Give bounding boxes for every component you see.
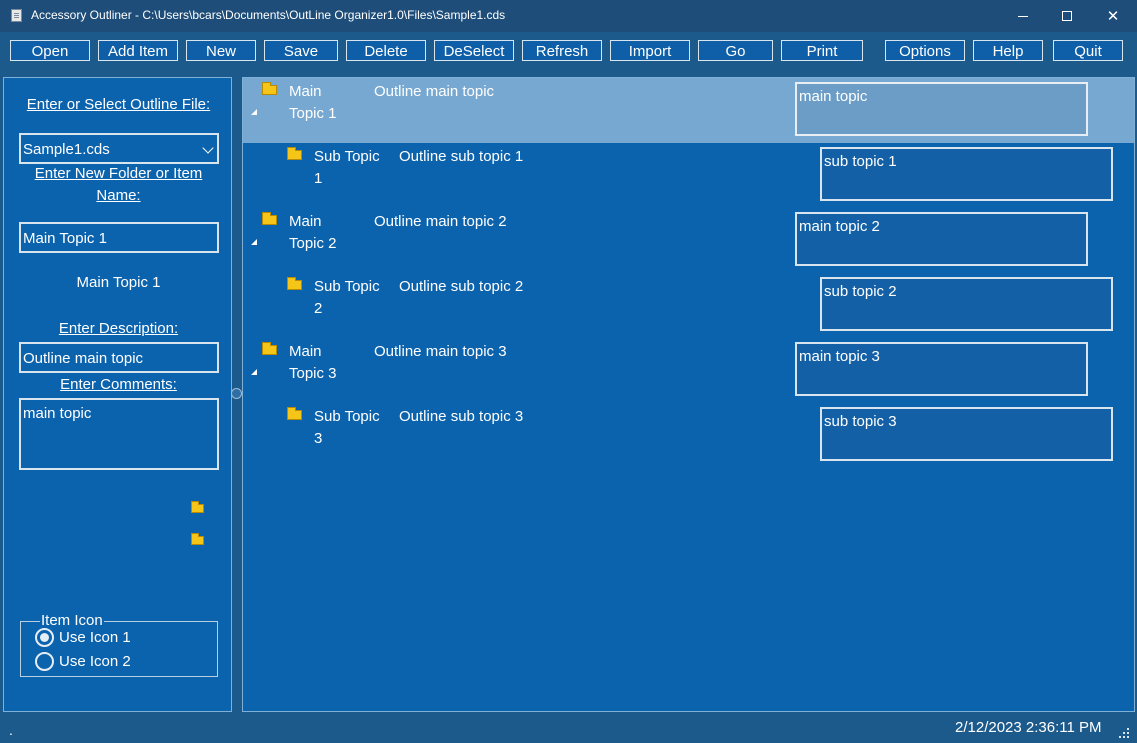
- refresh-button[interactable]: Refresh: [522, 40, 602, 61]
- tree-row-main-topic-1[interactable]: Main Topic 1 Outline main topic main top…: [243, 78, 1134, 143]
- radio-selected-icon[interactable]: [35, 628, 54, 647]
- options-button[interactable]: Options: [885, 40, 965, 61]
- folder-icon: [287, 277, 302, 290]
- row-description: Outline main topic: [374, 83, 495, 100]
- use-icon-1-label: Use Icon 1: [59, 629, 131, 646]
- collapse-triangle-icon[interactable]: [251, 109, 257, 115]
- new-item-label-name: Name:: [96, 187, 141, 204]
- folder-icon-1[interactable]: [191, 501, 204, 513]
- tree-row-sub-topic-2[interactable]: Sub Topic 2 Outline sub topic 2 sub topi…: [243, 273, 1134, 338]
- delete-button[interactable]: Delete: [346, 40, 426, 61]
- new-button[interactable]: New: [186, 40, 256, 61]
- selected-item-name: Main Topic 1: [76, 274, 161, 291]
- row-name-line1: Sub Topic: [314, 148, 380, 165]
- folder-icon: [262, 212, 277, 225]
- description-value: Outline main topic: [23, 350, 144, 367]
- description-label: Enter Description:: [58, 320, 179, 337]
- row-comment[interactable]: main topic 3: [795, 342, 1088, 396]
- open-button[interactable]: Open: [10, 40, 90, 61]
- row-name-line1: Main: [289, 213, 322, 230]
- item-icon-title: Item Icon: [40, 612, 104, 629]
- window-title: Accessory Outliner - C:\Users\bcars\Docu…: [31, 8, 506, 22]
- maximize-icon: [1062, 11, 1072, 21]
- status-bar: . 2/12/2023 2:36:11 PM: [0, 714, 1137, 743]
- folder-icon: [262, 82, 277, 95]
- row-name-line1: Main: [289, 343, 322, 360]
- close-icon: ✕: [1106, 8, 1120, 25]
- row-comment[interactable]: sub topic 1: [820, 147, 1113, 201]
- maximize-button[interactable]: [1044, 0, 1090, 32]
- item-name-input[interactable]: Main Topic 1: [19, 222, 219, 253]
- file-select-value: Sample1.cds: [23, 141, 110, 158]
- minimize-icon: [1018, 15, 1028, 17]
- item-name-value: Main Topic 1: [23, 230, 107, 247]
- tree-row-main-topic-2[interactable]: Main Topic 2 Outline main topic 2 main t…: [243, 208, 1134, 273]
- file-label: Enter or Select Outline File:: [26, 96, 211, 113]
- row-name-line2: 2: [314, 300, 323, 317]
- status-datetime: 2/12/2023 2:36:11 PM: [955, 719, 1102, 736]
- status-text: .: [9, 722, 13, 738]
- folder-icon: [262, 342, 277, 355]
- row-name-line2: Topic 3: [289, 365, 337, 382]
- use-icon-2-radio[interactable]: Use Icon 2: [35, 652, 131, 671]
- row-name-line1: Sub Topic: [314, 278, 380, 295]
- chevron-down-icon: [202, 142, 214, 154]
- splitter-handle[interactable]: [231, 388, 242, 399]
- description-input[interactable]: Outline main topic: [19, 342, 219, 373]
- close-button[interactable]: ✕: [1090, 0, 1136, 32]
- use-icon-1-radio[interactable]: Use Icon 1: [35, 628, 131, 647]
- row-description: Outline sub topic 3: [399, 408, 524, 425]
- row-description: Outline sub topic 1: [399, 148, 524, 165]
- add-item-button[interactable]: Add Item: [98, 40, 178, 61]
- row-comment[interactable]: sub topic 2: [820, 277, 1113, 331]
- tree-row-main-topic-3[interactable]: Main Topic 3 Outline main topic 3 main t…: [243, 338, 1134, 403]
- folder-icon: [287, 147, 302, 160]
- quit-button[interactable]: Quit: [1053, 40, 1123, 61]
- row-description: Outline sub topic 2: [399, 278, 524, 295]
- radio-unselected-icon[interactable]: [35, 652, 54, 671]
- collapse-triangle-icon[interactable]: [251, 239, 257, 245]
- comments-textarea[interactable]: main topic: [19, 398, 219, 470]
- minimize-button[interactable]: [1000, 0, 1046, 32]
- tree-row-sub-topic-1[interactable]: Sub Topic 1 Outline sub topic 1 sub topi…: [243, 143, 1134, 208]
- resize-grip-icon[interactable]: [1119, 728, 1129, 738]
- row-description: Outline main topic 3: [374, 343, 507, 360]
- import-button[interactable]: Import: [610, 40, 690, 61]
- row-comment[interactable]: sub topic 3: [820, 407, 1113, 461]
- document-icon: [11, 9, 22, 22]
- row-name-line2: Topic 2: [289, 235, 337, 252]
- tree-row-sub-topic-3[interactable]: Sub Topic 3 Outline sub topic 3 sub topi…: [243, 403, 1134, 468]
- row-name-line2: 3: [314, 430, 323, 447]
- outline-tree[interactable]: Main Topic 1 Outline main topic main top…: [242, 77, 1135, 712]
- row-name-line1: Main: [289, 83, 322, 100]
- file-select[interactable]: Sample1.cds: [19, 133, 219, 164]
- toolbar: Open Add Item New Save Delete DeSelect R…: [0, 32, 1137, 70]
- row-name-line1: Sub Topic: [314, 408, 380, 425]
- deselect-button[interactable]: DeSelect: [434, 40, 514, 61]
- comments-value: main topic: [23, 405, 92, 422]
- collapse-triangle-icon[interactable]: [251, 369, 257, 375]
- help-button[interactable]: Help: [973, 40, 1043, 61]
- new-item-label: Enter New Folder or Item: [34, 165, 203, 182]
- row-description: Outline main topic 2: [374, 213, 507, 230]
- row-comment[interactable]: main topic: [795, 82, 1088, 136]
- row-name-line2: Topic 1: [289, 105, 337, 122]
- go-button[interactable]: Go: [698, 40, 773, 61]
- row-comment[interactable]: main topic 2: [795, 212, 1088, 266]
- use-icon-2-label: Use Icon 2: [59, 653, 131, 670]
- row-name-line2: 1: [314, 170, 323, 187]
- save-button[interactable]: Save: [264, 40, 338, 61]
- folder-icon: [287, 407, 302, 420]
- print-button[interactable]: Print: [781, 40, 863, 61]
- comments-label: Enter Comments:: [60, 376, 177, 393]
- title-bar: Accessory Outliner - C:\Users\bcars\Docu…: [0, 0, 1137, 32]
- item-icon-group: Item Icon Use Icon 1 Use Icon 2: [20, 613, 218, 677]
- folder-icon-2[interactable]: [191, 533, 204, 545]
- left-panel: Enter or Select Outline File: Sample1.cd…: [3, 77, 232, 712]
